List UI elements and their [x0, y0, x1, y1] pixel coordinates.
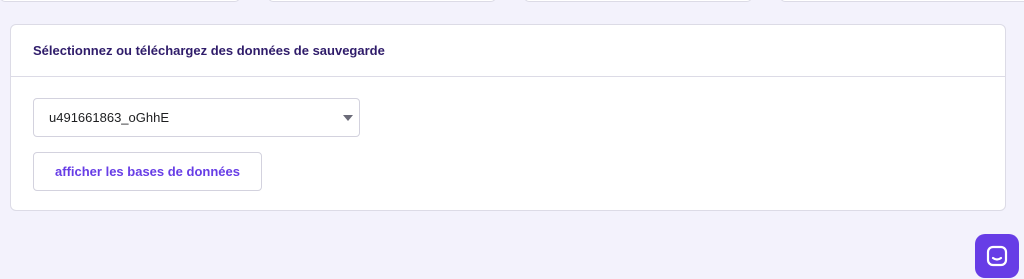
- card-title: Sélectionnez ou téléchargez des données …: [33, 43, 385, 58]
- caret-down-icon: [343, 115, 353, 121]
- top-tab-2[interactable]: [268, 0, 496, 2]
- card-header: Sélectionnez ou téléchargez des données …: [11, 25, 1005, 77]
- show-databases-button[interactable]: afficher les bases de données: [33, 152, 262, 191]
- top-tab-3[interactable]: [524, 0, 752, 2]
- chat-button[interactable]: [975, 234, 1019, 278]
- top-tab-4[interactable]: [780, 0, 1024, 2]
- top-tab-1[interactable]: [0, 0, 240, 2]
- show-databases-button-label: afficher les bases de données: [55, 164, 240, 179]
- backup-data-card: Sélectionnez ou téléchargez des données …: [10, 24, 1006, 211]
- backup-select-value: u491661863_oGhhE: [49, 110, 170, 125]
- backup-select[interactable]: u491661863_oGhhE: [33, 98, 360, 137]
- chat-icon: [986, 245, 1008, 267]
